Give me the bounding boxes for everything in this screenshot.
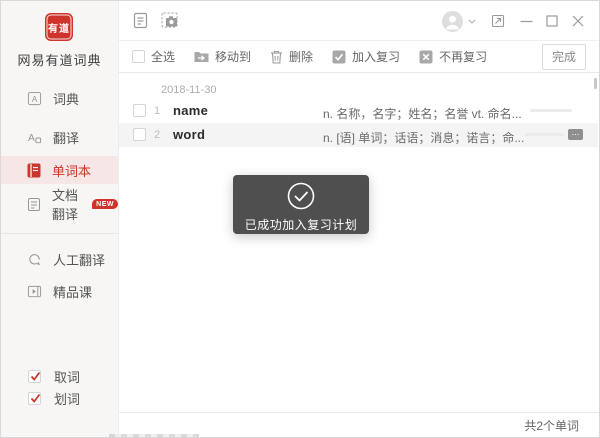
sidebar: 有道 网易有道词典 A 词典 A 翻译 单词本 文档翻译 NEW 人工翻译 精品… [1, 1, 119, 437]
background-window-edge [109, 434, 199, 437]
new-note-icon[interactable] [132, 12, 149, 29]
row-word: name [173, 103, 208, 118]
app-window: 有道 网易有道词典 A 词典 A 翻译 单词本 文档翻译 NEW 人工翻译 精品… [0, 0, 600, 438]
row-number: 1 [154, 105, 160, 117]
word-count: 共2个单词 [524, 417, 579, 434]
checkbox-checked-icon [28, 392, 41, 405]
app-title: 网易有道词典 [1, 50, 118, 69]
toast-message: 已成功加入复习计划 [233, 216, 369, 233]
sidebar-item-translate[interactable]: A 翻译 [1, 124, 118, 150]
mini-mode-button[interactable] [487, 1, 509, 41]
x-square-icon [419, 50, 433, 64]
toggle-word-capture[interactable]: 取词 [28, 369, 80, 383]
close-button[interactable] [567, 1, 589, 41]
row-definition: n. [语] 单词；话语；消息；诺言；命... [323, 129, 524, 146]
wordbook-icon [27, 163, 41, 178]
avatar-icon [442, 11, 463, 32]
delete-action[interactable]: 删除 [270, 48, 313, 65]
move-to-action[interactable]: 移动到 [194, 48, 251, 65]
minimize-button[interactable] [515, 1, 537, 41]
document-icon [27, 197, 41, 212]
topbar [119, 1, 599, 41]
done-button[interactable]: 完成 [542, 44, 586, 70]
minimize-icon [520, 15, 533, 28]
action-label: 移动到 [215, 48, 251, 65]
row-checkbox[interactable] [133, 128, 146, 141]
row-number: 2 [154, 129, 160, 141]
select-all-action[interactable]: 全选 [132, 48, 175, 65]
action-label: 删除 [289, 48, 313, 65]
review-progress-bar [530, 109, 572, 112]
new-badge: NEW [92, 199, 118, 209]
close-icon [572, 15, 584, 27]
checkbox-checked-icon [28, 370, 41, 383]
sidebar-item-label: 词典 [53, 89, 79, 108]
toggle-word-select[interactable]: 划词 [28, 391, 80, 405]
sidebar-item-label: 翻译 [53, 128, 79, 147]
sidebar-item-premium-course[interactable]: 精品课 [1, 278, 118, 304]
trash-icon [270, 50, 283, 64]
svg-text:A: A [28, 132, 35, 143]
date-group-header: 2018-11-30 [161, 84, 216, 96]
actionbar: 全选 移动到 删除 加入复习 不再复习 完成 [119, 41, 599, 73]
chevron-down-icon [468, 19, 476, 24]
toggle-label: 取词 [54, 367, 80, 386]
check-square-icon [332, 50, 346, 64]
select-all-checkbox [132, 50, 145, 63]
resize-icon [491, 14, 505, 28]
no-review-action[interactable]: 不再复习 [419, 48, 487, 65]
user-avatar[interactable] [439, 1, 465, 41]
word-row[interactable]: 2 word n. [语] 单词；话语；消息；诺言；命... ... [119, 123, 598, 147]
word-row[interactable]: 1 name n. 名称，名字；姓名；名誉 vt. 命名... [119, 99, 598, 123]
youdao-logo-icon: 有道 [45, 13, 73, 41]
maximize-icon [546, 15, 558, 27]
headset-icon [27, 252, 42, 267]
action-label: 加入复习 [352, 48, 400, 65]
toggle-label: 划词 [54, 389, 80, 408]
sidebar-item-label: 人工翻译 [53, 250, 105, 269]
row-word: word [173, 127, 205, 142]
toast-notification: 已成功加入复习计划 [233, 175, 369, 234]
sidebar-item-label: 精品课 [53, 282, 92, 301]
success-check-icon [287, 182, 315, 210]
add-review-action[interactable]: 加入复习 [332, 48, 400, 65]
sidebar-item-doc-translate[interactable]: 文档翻译 NEW [1, 191, 118, 217]
account-menu-button[interactable] [465, 1, 479, 41]
window-controls [439, 1, 589, 41]
scrollbar-thumb[interactable] [594, 78, 597, 89]
svg-text:A: A [32, 93, 38, 103]
more-options-icon[interactable]: ... [568, 129, 583, 140]
sidebar-item-label: 单词本 [52, 161, 91, 180]
sidebar-item-wordbook[interactable]: 单词本 [1, 156, 118, 184]
play-course-icon [27, 284, 42, 299]
folder-move-icon [194, 50, 209, 63]
action-label: 全选 [151, 48, 175, 65]
dictionary-icon: A [27, 91, 42, 106]
screenshot-camera-icon[interactable] [161, 12, 180, 29]
maximize-button[interactable] [541, 1, 563, 41]
sidebar-item-dictionary[interactable]: A 词典 [1, 85, 118, 111]
action-label: 不再复习 [439, 48, 487, 65]
row-checkbox[interactable] [133, 104, 146, 117]
sidebar-divider [1, 233, 119, 234]
review-progress-bar [525, 133, 564, 136]
translate-icon: A [27, 130, 42, 145]
sidebar-item-human-translate[interactable]: 人工翻译 [1, 246, 118, 272]
row-definition: n. 名称，名字；姓名；名誉 vt. 命名... [323, 105, 522, 122]
sidebar-item-label: 文档翻译 [52, 185, 81, 223]
